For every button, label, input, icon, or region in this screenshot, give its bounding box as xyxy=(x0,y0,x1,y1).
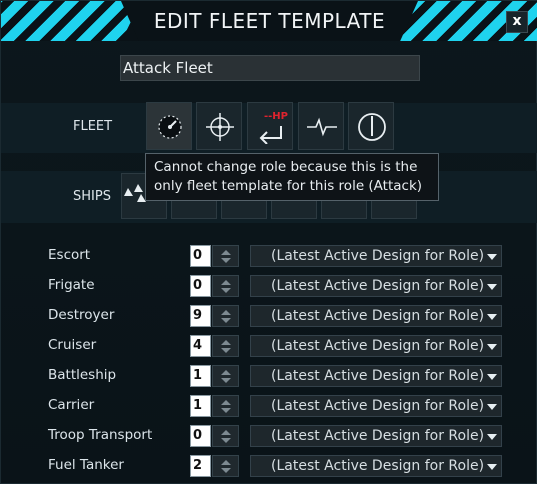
ship-class-label: Escort xyxy=(48,247,91,263)
low-hp-badge: --HP xyxy=(264,111,288,122)
design-dropdown[interactable]: (Latest Active Design for Role) xyxy=(250,305,502,327)
design-dropdown-value: (Latest Active Design for Role) xyxy=(271,368,485,384)
dropdown-caret-icon xyxy=(487,284,497,290)
ship-count-field[interactable]: 4 xyxy=(190,335,211,357)
ship-class-label: Frigate xyxy=(48,277,95,293)
design-dropdown[interactable]: (Latest Active Design for Role) xyxy=(250,455,502,477)
title-stripes-left xyxy=(1,1,141,41)
stepper-up-arrow-icon[interactable] xyxy=(221,460,231,465)
ship-count-field[interactable]: 9 xyxy=(190,305,211,327)
window-title: EDIT FLEET TEMPLATE xyxy=(153,9,386,33)
fleet-role-button-1[interactable] xyxy=(146,102,192,150)
ships-row-label: SHIPS xyxy=(73,189,111,204)
count-stepper[interactable] xyxy=(212,455,239,477)
dropdown-caret-icon xyxy=(487,254,497,260)
stepper-down-arrow-icon[interactable] xyxy=(221,318,231,323)
ship-count-field[interactable]: 0 xyxy=(190,275,211,297)
design-dropdown[interactable]: (Latest Active Design for Role) xyxy=(250,275,502,297)
stepper-down-arrow-icon[interactable] xyxy=(221,288,231,293)
count-stepper[interactable] xyxy=(212,305,239,327)
role-locked-tooltip: Cannot change role because this is the o… xyxy=(145,153,439,201)
design-dropdown[interactable]: (Latest Active Design for Role) xyxy=(250,245,502,267)
stepper-down-arrow-icon[interactable] xyxy=(221,468,231,473)
ship-count-field[interactable]: 0 xyxy=(190,425,211,447)
stepper-down-arrow-icon[interactable] xyxy=(221,438,231,443)
design-dropdown-value: (Latest Active Design for Role) xyxy=(271,278,485,294)
count-stepper[interactable] xyxy=(212,395,239,417)
stepper-up-arrow-icon[interactable] xyxy=(221,250,231,255)
design-dropdown-value: (Latest Active Design for Role) xyxy=(271,428,485,444)
power-icon xyxy=(358,113,386,141)
design-dropdown[interactable]: (Latest Active Design for Role) xyxy=(250,335,502,357)
pulse-line-icon xyxy=(307,117,337,137)
dropdown-caret-icon xyxy=(487,314,497,320)
count-stepper[interactable] xyxy=(212,425,239,447)
design-dropdown-value: (Latest Active Design for Role) xyxy=(271,308,485,324)
fleet-row-label: FLEET xyxy=(73,119,113,134)
stepper-down-arrow-icon[interactable] xyxy=(221,378,231,383)
fleet-role-button-5[interactable] xyxy=(348,102,394,150)
stepper-down-arrow-icon[interactable] xyxy=(221,348,231,353)
crosshair-target-icon xyxy=(206,113,234,141)
design-dropdown-value: (Latest Active Design for Role) xyxy=(271,338,485,354)
count-stepper[interactable] xyxy=(212,275,239,297)
dropdown-caret-icon xyxy=(487,344,497,350)
return-low-hp-icon: --HP xyxy=(259,111,288,144)
ship-class-label: Carrier xyxy=(48,397,95,413)
stepper-down-arrow-icon[interactable] xyxy=(221,408,231,413)
design-dropdown[interactable]: (Latest Active Design for Role) xyxy=(250,365,502,387)
ship-class-label: Battleship xyxy=(48,367,117,383)
design-dropdown[interactable]: (Latest Active Design for Role) xyxy=(250,425,502,447)
dropdown-caret-icon xyxy=(487,404,497,410)
ship-count-field[interactable]: 0 xyxy=(190,245,211,267)
ship-count-field[interactable]: 1 xyxy=(190,365,211,387)
radar-dial-icon xyxy=(158,115,182,139)
stepper-up-arrow-icon[interactable] xyxy=(221,280,231,285)
count-stepper[interactable] xyxy=(212,245,239,267)
ship-class-label: Destroyer xyxy=(48,307,115,323)
stepper-up-arrow-icon[interactable] xyxy=(221,430,231,435)
ship-count-field[interactable]: 1 xyxy=(190,395,211,417)
tooltip-line-1: Cannot change role because this is the xyxy=(154,159,418,175)
ship-class-label: Troop Transport xyxy=(48,427,153,443)
fleet-role-button-4[interactable] xyxy=(298,102,344,150)
fleet-role-button-2[interactable] xyxy=(196,102,242,150)
close-button[interactable]: x xyxy=(506,11,528,33)
tooltip-line-2: only fleet template for this role (Attac… xyxy=(154,178,423,194)
ship-count-field[interactable]: 2 xyxy=(190,455,211,477)
template-name-input[interactable] xyxy=(120,55,420,81)
dropdown-caret-icon xyxy=(487,374,497,380)
design-dropdown-value: (Latest Active Design for Role) xyxy=(271,458,485,474)
count-stepper[interactable] xyxy=(212,335,239,357)
fleet-role-button-3[interactable]: --HP xyxy=(247,102,293,150)
stepper-up-arrow-icon[interactable] xyxy=(221,340,231,345)
dropdown-caret-icon xyxy=(487,434,497,440)
count-stepper[interactable] xyxy=(212,365,239,387)
edit-fleet-template-window: EDIT FLEET TEMPLATE x FLEET --HP xyxy=(0,0,537,484)
ship-class-label: Cruiser xyxy=(48,337,97,353)
design-dropdown-value: (Latest Active Design for Role) xyxy=(271,398,485,414)
stepper-up-arrow-icon[interactable] xyxy=(221,310,231,315)
title-bar: EDIT FLEET TEMPLATE x xyxy=(1,1,537,41)
design-dropdown-value: (Latest Active Design for Role) xyxy=(271,248,485,264)
stepper-up-arrow-icon[interactable] xyxy=(221,370,231,375)
design-dropdown[interactable]: (Latest Active Design for Role) xyxy=(250,395,502,417)
ship-class-label: Fuel Tanker xyxy=(48,457,124,473)
stepper-up-arrow-icon[interactable] xyxy=(221,400,231,405)
stepper-down-arrow-icon[interactable] xyxy=(221,258,231,263)
dropdown-caret-icon xyxy=(487,464,497,470)
